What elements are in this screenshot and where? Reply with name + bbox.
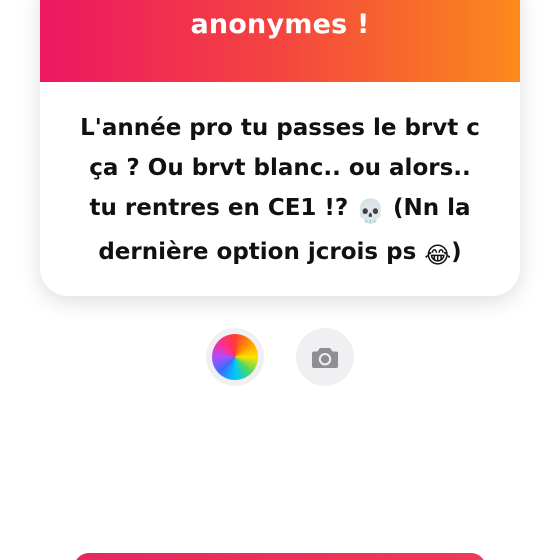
message-line: ça ? Ou brvt blanc.. ou alors.. — [89, 155, 471, 181]
card-actions — [0, 328, 560, 388]
question-card: anonymes ! L'année pro tu passes le brvt… — [40, 0, 520, 296]
camera-button[interactable] — [296, 328, 354, 386]
color-wheel-icon — [212, 334, 258, 380]
question-screen: anonymes ! L'année pro tu passes le brvt… — [0, 0, 560, 560]
message-text: L'année pro tu passes le brvt c ça ? Ou … — [40, 82, 520, 276]
send-button[interactable] — [74, 553, 486, 560]
message-line: L'année pro tu passes le brvt c — [80, 115, 480, 141]
message-line: dernière option jcrois ps 😂) — [68, 232, 492, 276]
message-line: tu rentres en CE1 !? 💀 (Nn la — [68, 188, 492, 232]
card-header-title: anonymes ! — [190, 9, 370, 40]
skull-emoji-icon: 💀 — [356, 199, 385, 225]
camera-icon — [312, 348, 338, 368]
color-picker-button[interactable] — [206, 328, 264, 386]
card-header: anonymes ! — [40, 0, 520, 82]
laughing-emoji-icon: 😂 — [424, 243, 452, 269]
